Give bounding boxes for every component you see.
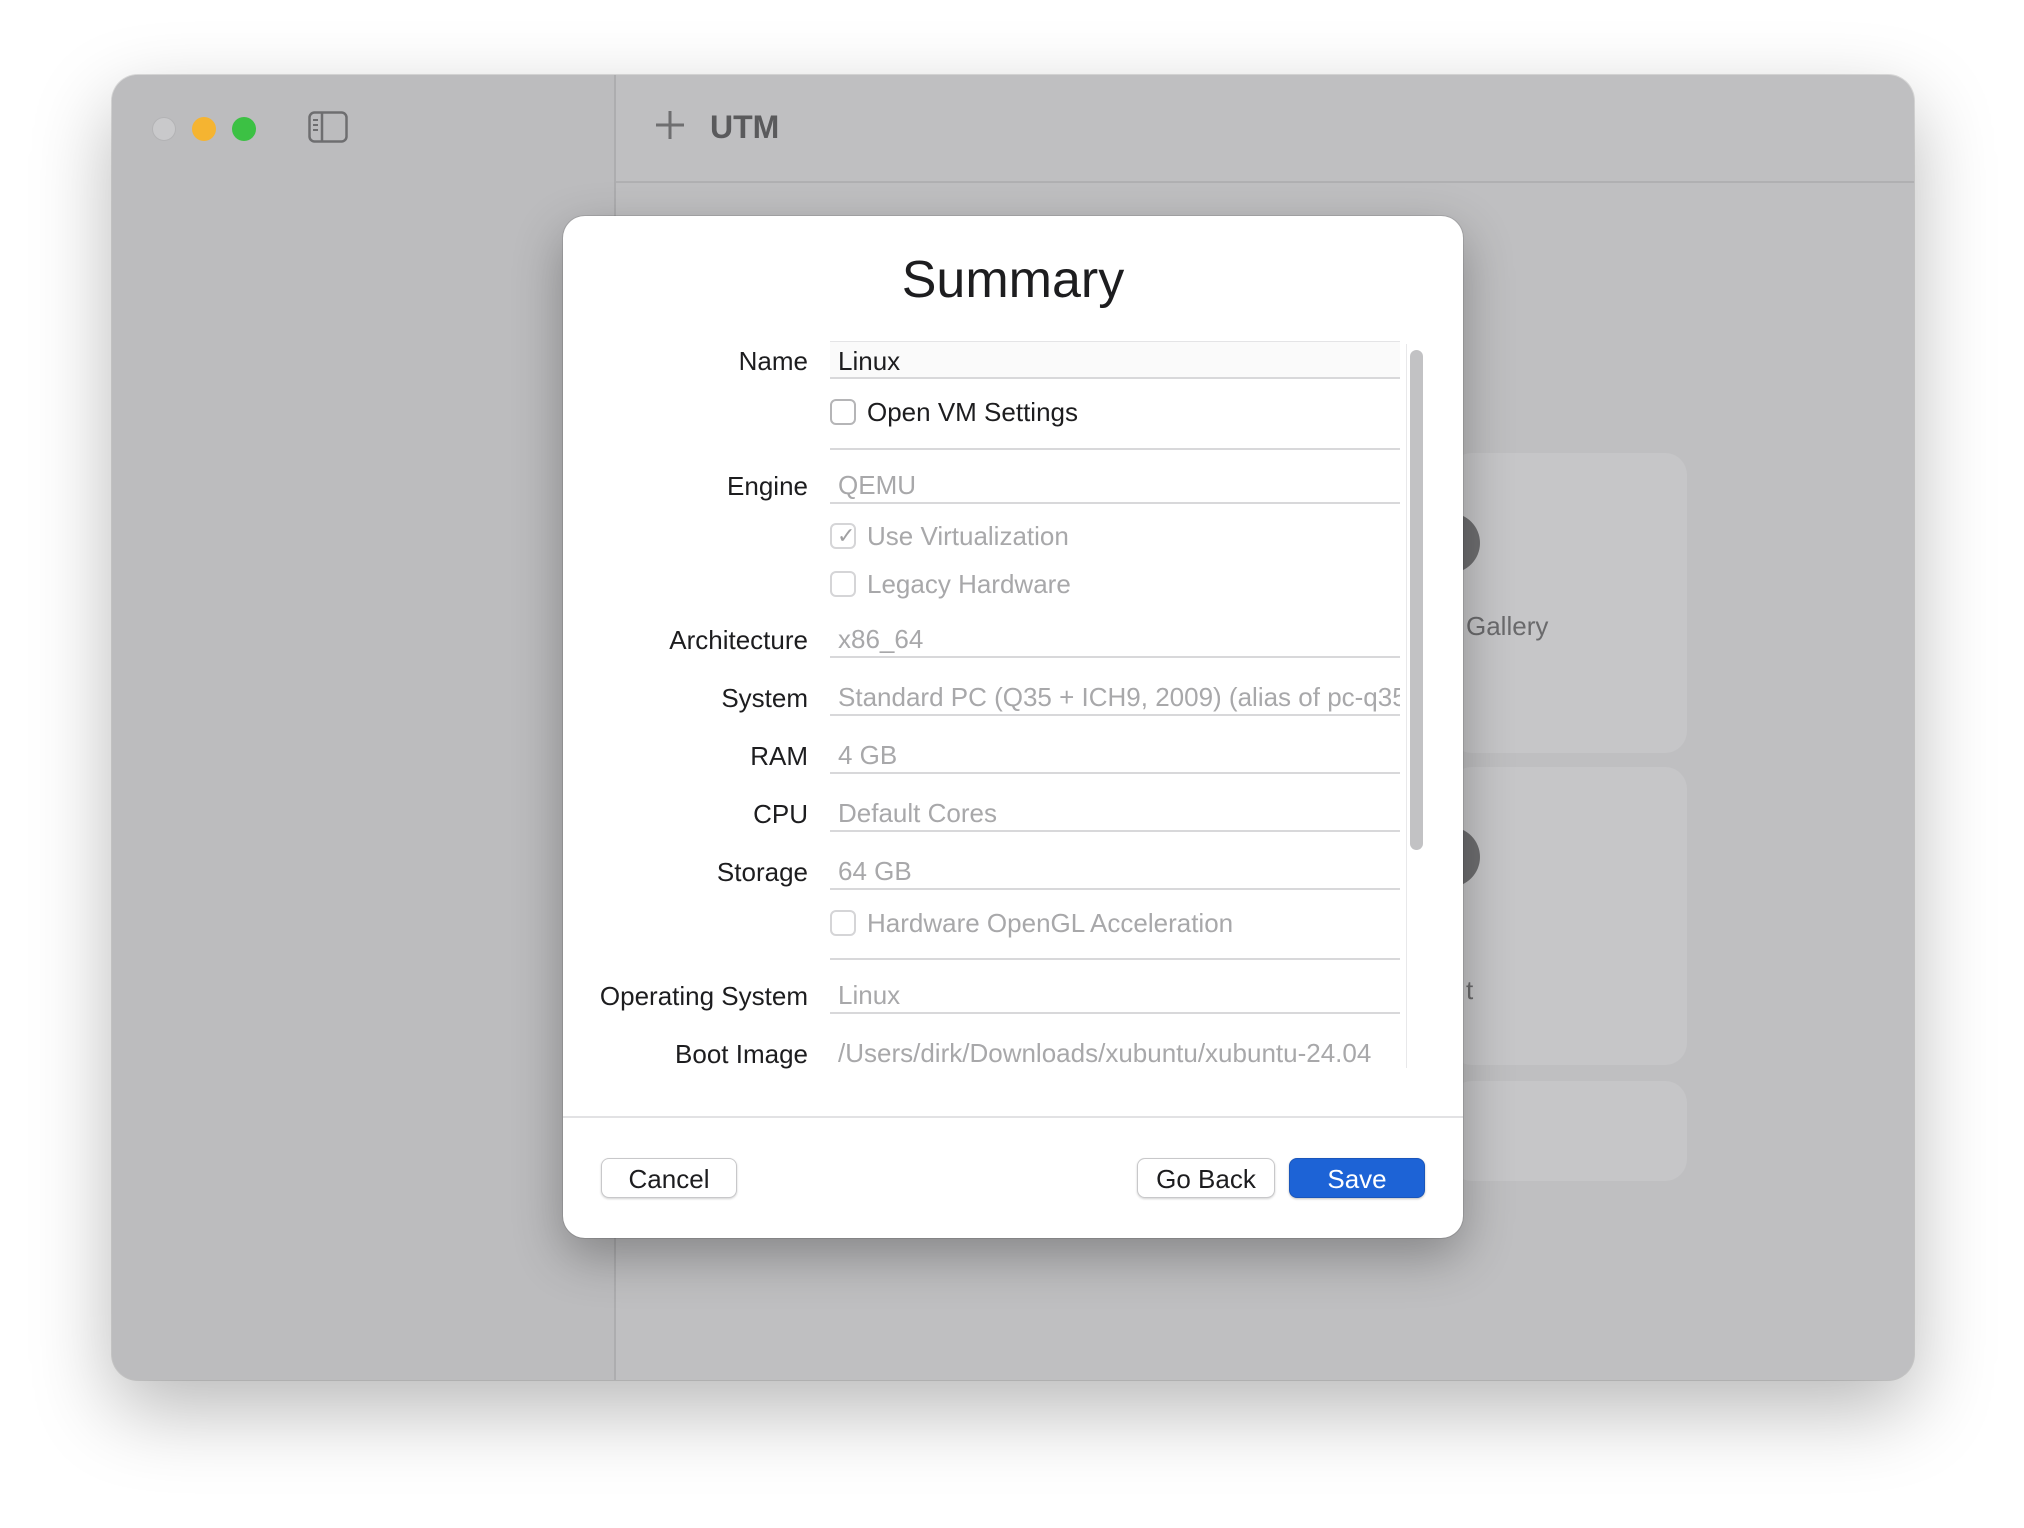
engine-label: Engine (727, 471, 808, 501)
background-card-gallery[interactable]: Gallery (1420, 453, 1687, 753)
os-field: Linux (830, 976, 1400, 1014)
background-card-second[interactable]: t (1420, 767, 1687, 1065)
boot-image-field: /Users/dirk/Downloads/xubuntu/xubuntu-24… (838, 1038, 1372, 1068)
open-vm-settings-checkbox[interactable] (830, 399, 856, 425)
name-label: Name (738, 346, 808, 376)
sidebar (112, 75, 616, 1380)
main-toolbar: UTM (616, 75, 1914, 183)
background-card-label: t (1466, 975, 1474, 1005)
cpu-label: CPU (753, 799, 808, 829)
storage-label: Storage (716, 857, 808, 887)
divider (830, 958, 1400, 960)
os-label: Operating System (599, 981, 808, 1011)
save-button[interactable]: Save (1289, 1158, 1425, 1198)
use-virtualization-label: Use Virtualization (867, 520, 1069, 551)
cpu-field: Default Cores (830, 794, 1400, 832)
architecture-label: Architecture (669, 625, 808, 655)
cancel-button[interactable]: Cancel (601, 1158, 737, 1198)
plus-icon[interactable] (652, 107, 688, 143)
background-card-label: Gallery (1466, 611, 1549, 641)
checkmark-icon: ✓ (837, 523, 856, 548)
architecture-field: x86_64 (830, 620, 1400, 658)
open-vm-settings-checkbox-row[interactable]: Open VM Settings (830, 396, 1078, 428)
open-vm-settings-label: Open VM Settings (867, 396, 1078, 427)
opengl-label: Hardware OpenGL Acceleration (867, 907, 1234, 938)
legacy-hardware-label: Legacy Hardware (867, 568, 1071, 599)
summary-dialog: Summary Name Linux Open VM Settings Engi… (563, 216, 1463, 1238)
ram-field: 4 GB (830, 736, 1400, 774)
legacy-hardware-row: Legacy Hardware (830, 568, 1071, 600)
ram-label: RAM (750, 741, 808, 771)
opengl-checkbox (830, 910, 856, 936)
background-card-third[interactable] (1450, 1081, 1687, 1181)
use-virtualization-row: ✓ Use Virtualization (830, 520, 1069, 552)
sidebar-toggle-icon[interactable] (308, 111, 348, 143)
maximize-window-button[interactable] (232, 117, 256, 141)
minimize-window-button[interactable] (192, 117, 216, 141)
use-virtualization-checkbox: ✓ (830, 523, 856, 549)
close-window-button[interactable] (152, 117, 176, 141)
divider (830, 448, 1400, 450)
name-field[interactable]: Linux (830, 341, 1400, 379)
opengl-row: Hardware OpenGL Acceleration (830, 907, 1233, 939)
window-title: UTM (710, 109, 780, 145)
footer-divider (563, 1116, 1463, 1118)
legacy-hardware-checkbox (830, 571, 856, 597)
system-label: System (721, 683, 808, 713)
storage-field: 64 GB (830, 852, 1400, 890)
engine-field: QEMU (830, 466, 1400, 504)
system-field: Standard PC (Q35 + ICH9, 2009) (alias of… (830, 678, 1400, 716)
dialog-title: Summary (901, 251, 1125, 309)
boot-image-label: Boot Image (675, 1039, 808, 1069)
scrollbar-thumb[interactable] (1410, 350, 1423, 850)
go-back-button[interactable]: Go Back (1137, 1158, 1275, 1198)
